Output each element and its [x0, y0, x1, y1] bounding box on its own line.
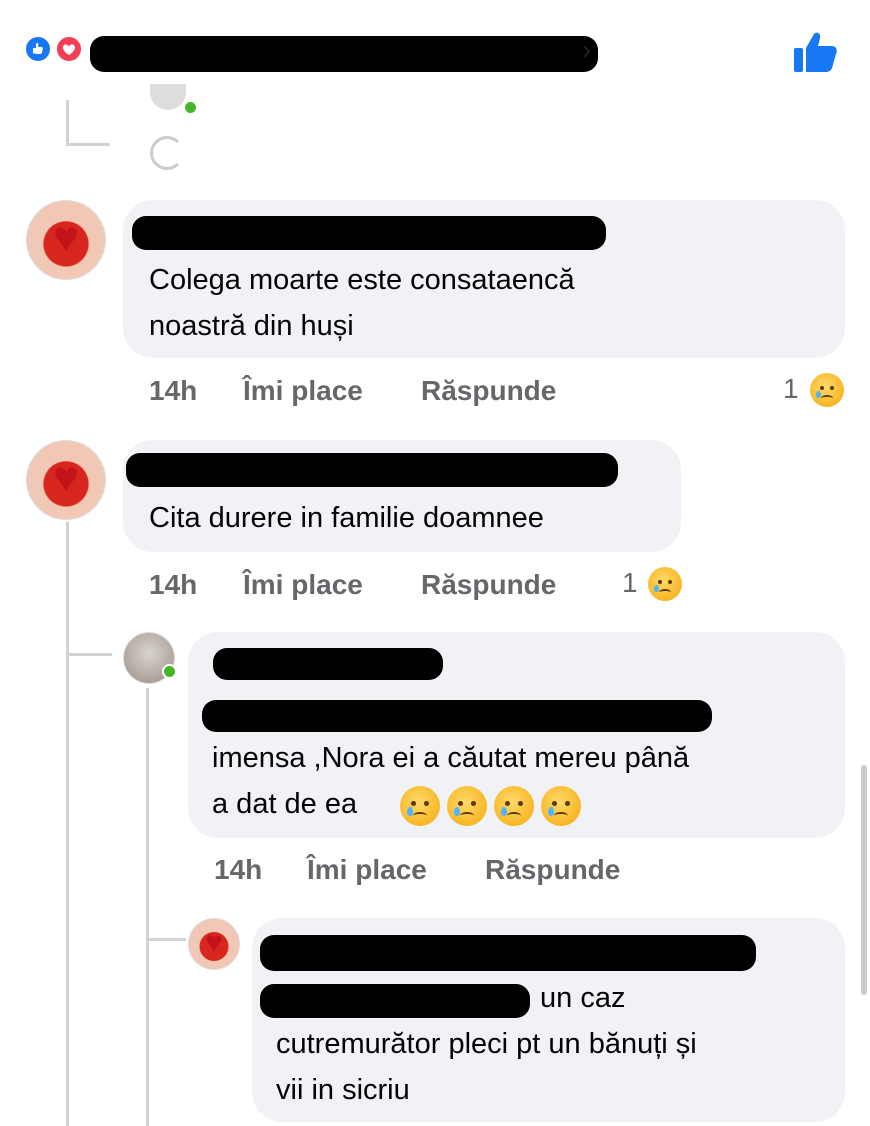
comment-time[interactable]: 14h — [149, 375, 197, 407]
online-indicator — [162, 664, 177, 679]
redacted-replier-name[interactable] — [213, 648, 443, 680]
redacted-mention[interactable] — [202, 700, 712, 732]
thread-line — [146, 938, 186, 941]
heart-icon: ♥ — [52, 213, 80, 263]
comment-text-line: Cita durere in familie doamnee — [149, 502, 544, 534]
like-link[interactable]: Îmi place — [243, 375, 363, 407]
comment-time[interactable]: 14h — [149, 569, 197, 601]
reply-link[interactable]: Răspunde — [421, 375, 556, 407]
reply-link[interactable]: Răspunde — [421, 569, 556, 601]
redacted-mention[interactable] — [260, 984, 530, 1018]
reply-link[interactable]: Răspunde — [485, 854, 620, 886]
commenter-avatar[interactable]: ♥ — [26, 200, 106, 280]
online-indicator — [183, 100, 198, 115]
reaction-count[interactable]: 1 — [783, 373, 799, 405]
thread-line — [146, 688, 149, 1126]
reply-text-line: vii in sicriu — [276, 1074, 410, 1106]
reply-text-line: cutremurător pleci pt un bănuți și — [276, 1028, 697, 1060]
like-link[interactable]: Îmi place — [243, 569, 363, 601]
thread-line — [66, 100, 69, 146]
comment-text-line: Colega moarte este consataencă — [149, 264, 575, 296]
reply-text-line: imensa ,Nora ei a căutat mereu până — [212, 742, 690, 774]
like-reaction-icon — [24, 35, 52, 63]
sad-emoji-icon — [447, 786, 487, 826]
reply-text-line: un caz — [540, 982, 626, 1014]
heart-icon: ♥ — [205, 926, 223, 959]
scrollbar-thumb[interactable] — [861, 765, 867, 995]
redacted-reactors-names[interactable] — [90, 36, 598, 72]
reaction-count[interactable]: 1 — [622, 567, 638, 599]
thread-line — [66, 653, 112, 656]
sad-emoji-icon — [400, 786, 440, 826]
sad-emoji-icon — [494, 786, 534, 826]
thread-line — [66, 143, 110, 146]
reply-text-line: a dat de ea — [212, 788, 358, 820]
chevron-right-icon[interactable]: › — [582, 34, 591, 66]
redacted-commenter-name[interactable] — [132, 216, 606, 250]
partial-avatar — [150, 84, 186, 110]
redacted-replier-name[interactable] — [260, 935, 756, 971]
sad-emoji-icon — [541, 786, 581, 826]
replier-avatar[interactable]: ♥ — [188, 918, 240, 970]
sad-reaction-icon[interactable] — [810, 373, 844, 407]
loading-spinner-icon — [150, 136, 184, 170]
comment-time[interactable]: 14h — [214, 854, 262, 886]
thread-line — [66, 522, 69, 1126]
sad-reaction-icon[interactable] — [648, 567, 682, 601]
comment-text-line: noastră din huși — [149, 310, 354, 342]
commenter-avatar[interactable]: ♥ — [26, 440, 106, 520]
love-reaction-icon — [55, 35, 83, 63]
redacted-commenter-name[interactable] — [126, 453, 618, 487]
thumbs-up-icon[interactable] — [792, 30, 838, 79]
like-link[interactable]: Îmi place — [307, 854, 427, 886]
heart-icon: ♥ — [52, 453, 80, 503]
partial-text-row — [260, 96, 760, 104]
